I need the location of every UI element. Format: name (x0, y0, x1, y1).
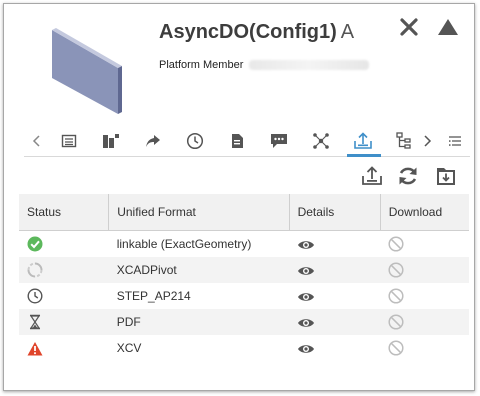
document-icon[interactable] (224, 128, 250, 154)
history-icon[interactable] (182, 128, 208, 154)
properties-icon[interactable] (56, 128, 82, 154)
disabled-icon (388, 236, 404, 252)
refresh-icon[interactable] (395, 162, 421, 190)
format-name: linkable (ExactGeometry) (116, 237, 252, 251)
format-name: PDF (108, 309, 290, 335)
format-name: STEP_AP214 (116, 289, 191, 303)
eye-icon[interactable] (297, 291, 315, 303)
column-header-details[interactable]: Details (289, 194, 381, 231)
share-icon[interactable] (140, 128, 166, 154)
check-circle-icon (27, 236, 43, 252)
details-cell (289, 257, 381, 283)
generate-format-icon[interactable] (359, 162, 385, 190)
column-header-status[interactable]: Status (19, 194, 110, 231)
object-panel: AsyncDO(Config1) A Platform Member Statu… (3, 3, 475, 391)
disabled-icon (388, 314, 404, 330)
3d-part-thumbnail-icon (52, 28, 122, 114)
details-cell (289, 309, 381, 335)
meta-label: Platform Member (159, 59, 244, 71)
format-name: XCV (116, 341, 142, 355)
eye-icon[interactable] (297, 317, 315, 329)
chevron-right-icon[interactable] (414, 128, 440, 154)
column-header-download[interactable]: Download (380, 194, 469, 231)
status-cell (19, 231, 109, 258)
table-row[interactable]: linkable (ExactGeometry) (19, 231, 469, 258)
revision-label: A (340, 21, 355, 43)
relations-icon[interactable] (98, 128, 124, 154)
download-cell (380, 335, 469, 361)
details-cell (289, 335, 380, 361)
disabled-icon (388, 262, 404, 278)
status-cell (19, 309, 109, 335)
download-cell (380, 257, 469, 283)
active-tab-indicator (347, 154, 381, 157)
download-cell (380, 283, 469, 309)
details-cell (289, 283, 380, 309)
status-cell (19, 335, 109, 361)
pending-icon (27, 262, 43, 278)
download-cell (380, 231, 469, 258)
derived-formats-table: Status Unified Format Details Download l… (19, 194, 469, 361)
batch-download-icon[interactable] (433, 162, 459, 190)
table-row[interactable]: XCV (19, 335, 469, 361)
download-cell (380, 309, 469, 335)
format-name: XCADPivot (108, 257, 290, 283)
clock-icon (27, 288, 43, 304)
comments-icon[interactable] (266, 128, 292, 154)
eye-icon[interactable] (297, 239, 315, 251)
collapse-triangle-icon[interactable] (436, 15, 460, 39)
page-title: AsyncDO(Config1) A (159, 21, 354, 44)
meta-row: Platform Member (159, 59, 370, 71)
hourglass-icon (29, 314, 41, 330)
redacted-value (249, 60, 370, 71)
more-icon[interactable] (442, 128, 468, 154)
disabled-icon (388, 340, 404, 356)
table-row[interactable]: XCADPivot (19, 257, 469, 283)
chevron-left-icon[interactable] (24, 128, 50, 154)
status-cell (19, 257, 109, 283)
tab-divider (24, 156, 470, 157)
table-header-row: Status Unified Format Details Download (19, 194, 469, 231)
tab-bar (24, 128, 470, 156)
network-icon[interactable] (308, 128, 334, 154)
details-cell (289, 231, 380, 258)
close-icon[interactable] (397, 15, 421, 39)
eye-icon[interactable] (297, 343, 315, 355)
derived-formats-icon[interactable] (350, 128, 376, 154)
column-header-format[interactable]: Unified Format (108, 194, 290, 231)
table-row[interactable]: PDF (19, 309, 469, 335)
object-name: AsyncDO(Config1) (159, 21, 337, 43)
status-cell (19, 283, 109, 309)
disabled-icon (388, 288, 404, 304)
warning-icon (27, 341, 43, 356)
eye-icon[interactable] (297, 265, 315, 277)
table-row[interactable]: STEP_AP214 (19, 283, 469, 309)
